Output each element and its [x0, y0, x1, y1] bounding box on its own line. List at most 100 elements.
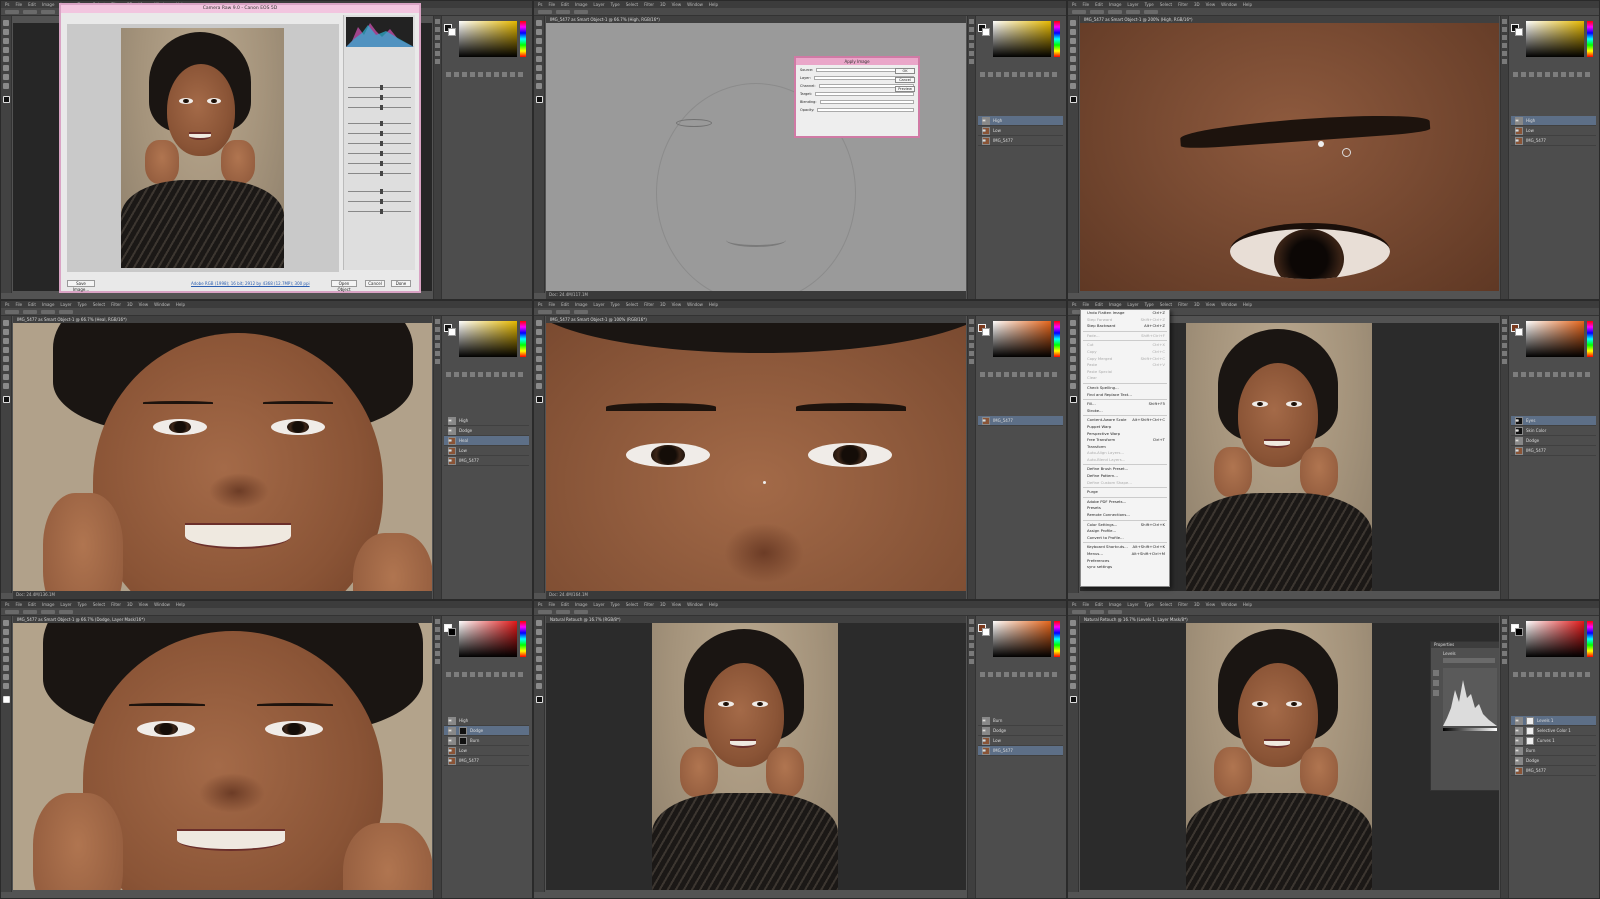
menu-item-help[interactable]: Help	[709, 2, 718, 7]
menu-item-select[interactable]: Select	[93, 602, 105, 607]
menu-item-view[interactable]: View	[139, 602, 149, 607]
menu-item-select[interactable]: Select	[626, 2, 638, 7]
menu-item-3d[interactable]: 3D	[660, 2, 666, 7]
cancel-button[interactable]: Cancel	[895, 77, 915, 83]
layer-row[interactable]: Low	[978, 736, 1063, 746]
tools-panel[interactable]	[1, 16, 12, 293]
menu-item-help[interactable]: Help	[709, 302, 718, 307]
edit-menu-item[interactable]: Define Pattern...	[1081, 473, 1169, 480]
save-image-button[interactable]: Save Image...	[67, 280, 95, 292]
menu-item-help[interactable]: Help	[709, 602, 718, 607]
tools-panel[interactable]	[1068, 316, 1079, 593]
eyedropper-black-icon[interactable]	[1433, 670, 1439, 676]
edit-menu-item[interactable]: Purge	[1081, 489, 1169, 496]
tools-panel[interactable]	[534, 316, 545, 593]
menu-item-3d[interactable]: 3D	[127, 302, 133, 307]
color-panel[interactable]	[978, 319, 1063, 359]
menu-item-edit[interactable]: Edit	[28, 602, 36, 607]
edit-menu-item[interactable]: Adobe PDF Presets...	[1081, 499, 1169, 506]
tools-panel[interactable]	[534, 16, 545, 293]
edit-menu-item[interactable]: Free Transform Ctrl+T	[1081, 437, 1169, 444]
document-tab[interactable]: IMG_5477 as Smart Object-1 @ 66.7% (Heal…	[13, 316, 432, 323]
menu-item-layer[interactable]: Layer	[1127, 602, 1138, 607]
menu-item-file[interactable]: File	[548, 2, 555, 7]
workflow-options-link[interactable]: Adobe RGB (1998); 16 bit; 2912 by 4368 (…	[191, 281, 310, 286]
edit-menu-item[interactable]: Undo Flatten Image Ctrl+Z	[1081, 310, 1169, 317]
edit-menu-item[interactable]: Assign Profile...	[1081, 528, 1169, 535]
menu-item-ps[interactable]: Ps	[1072, 602, 1076, 607]
menu-item-3d[interactable]: 3D	[127, 602, 133, 607]
menu-item-edit[interactable]: Edit	[1095, 302, 1103, 307]
menu-item-view[interactable]: View	[139, 302, 149, 307]
open-object-button[interactable]: Open Object	[331, 280, 357, 292]
document-tab[interactable]: Natural Retouch @ 16.7% (Levels 1, Layer…	[1080, 616, 1499, 623]
layer-row[interactable]: Dodge	[1511, 436, 1596, 446]
color-panel[interactable]	[1511, 319, 1596, 359]
layer-row[interactable]: Curves 1	[1511, 736, 1596, 746]
preset-select[interactable]	[1443, 658, 1495, 663]
menu-item-file[interactable]: File	[1082, 302, 1089, 307]
menu-item-file[interactable]: File	[1082, 2, 1089, 7]
ok-button[interactable]: OK	[895, 68, 915, 74]
layer-row[interactable]: Dodge	[444, 426, 529, 436]
menu-item-ps[interactable]: Ps	[538, 602, 542, 607]
menu-item-type[interactable]: Type	[1145, 302, 1154, 307]
menu-item-file[interactable]: File	[548, 602, 555, 607]
menu-item-image[interactable]: Image	[575, 602, 588, 607]
menu-item-select[interactable]: Select	[1160, 602, 1172, 607]
menu-item-select[interactable]: Select	[93, 302, 105, 307]
menu-item-layer[interactable]: Layer	[1127, 302, 1138, 307]
tools-panel[interactable]	[1068, 616, 1079, 892]
menu-item-view[interactable]: View	[672, 602, 682, 607]
edit-menu-item[interactable]: Step Backward Alt+Ctrl+Z	[1081, 323, 1169, 330]
menu-item-type[interactable]: Type	[78, 302, 87, 307]
menu-item-filter[interactable]: Filter	[1178, 2, 1188, 7]
menu-item-layer[interactable]: Layer	[593, 2, 604, 7]
color-panel[interactable]	[978, 619, 1063, 659]
menu-item-3d[interactable]: 3D	[1194, 2, 1200, 7]
eyedropper-gray-icon[interactable]	[1433, 680, 1439, 686]
menu-item-file[interactable]: File	[15, 602, 22, 607]
menu-item-filter[interactable]: Filter	[1178, 602, 1188, 607]
menu-item-layer[interactable]: Layer	[593, 302, 604, 307]
layer-row[interactable]: Skin Color	[1511, 426, 1596, 436]
menu-item-file[interactable]: File	[1082, 602, 1089, 607]
layer-row[interactable]: Dodge	[978, 726, 1063, 736]
menu-item-3d[interactable]: 3D	[660, 302, 666, 307]
edit-menu-item[interactable]: Presets	[1081, 505, 1169, 512]
menu-item-select[interactable]: Select	[626, 602, 638, 607]
menu-item-layer[interactable]: Layer	[593, 602, 604, 607]
menu-item-3d[interactable]: 3D	[1194, 602, 1200, 607]
layer-row[interactable]: Eyes	[1511, 416, 1596, 426]
blending-select[interactable]	[819, 100, 914, 104]
color-panel[interactable]	[444, 319, 529, 359]
layer-row[interactable]: IMG_5477	[978, 746, 1063, 756]
layer-row[interactable]: IMG_5477	[978, 416, 1063, 426]
menu-item-image[interactable]: Image	[1109, 602, 1122, 607]
layer-row[interactable]: High	[444, 716, 529, 726]
menu-item-edit[interactable]: Edit	[1095, 2, 1103, 7]
menu-item-window[interactable]: Window	[154, 602, 170, 607]
layer-row[interactable]: IMG_5477	[444, 756, 529, 766]
preview-checkbox[interactable]: Preview	[895, 86, 915, 92]
menu-item-ps[interactable]: Ps	[5, 302, 9, 307]
menu-item-3d[interactable]: 3D	[1194, 302, 1200, 307]
menu-item-image[interactable]: Image	[1109, 302, 1122, 307]
menu-item-window[interactable]: Window	[1221, 302, 1237, 307]
menu-item-type[interactable]: Type	[1145, 602, 1154, 607]
tools-panel[interactable]	[534, 616, 545, 892]
tools-panel[interactable]	[1068, 16, 1079, 293]
menu-item-ps[interactable]: Ps	[5, 602, 9, 607]
menu-item-select[interactable]: Select	[1160, 302, 1172, 307]
document-tab[interactable]: IMG_5477 as Smart Object-1 @ 100% (RGB/1…	[546, 316, 966, 323]
layer-row[interactable]: Burn	[978, 716, 1063, 726]
menu-item-image[interactable]: Image	[575, 2, 588, 7]
edit-menu-item[interactable]: Perspective Warp	[1081, 431, 1169, 438]
menu-item-layer[interactable]: Layer	[60, 302, 71, 307]
cancel-button[interactable]: Cancel	[365, 280, 385, 287]
menu-item-window[interactable]: Window	[687, 302, 703, 307]
edit-menu-item[interactable]: Convert to Profile...	[1081, 535, 1169, 542]
menu-item-file[interactable]: File	[15, 302, 22, 307]
menu-item-window[interactable]: Window	[687, 602, 703, 607]
menu-item-ps[interactable]: Ps	[1072, 2, 1076, 7]
